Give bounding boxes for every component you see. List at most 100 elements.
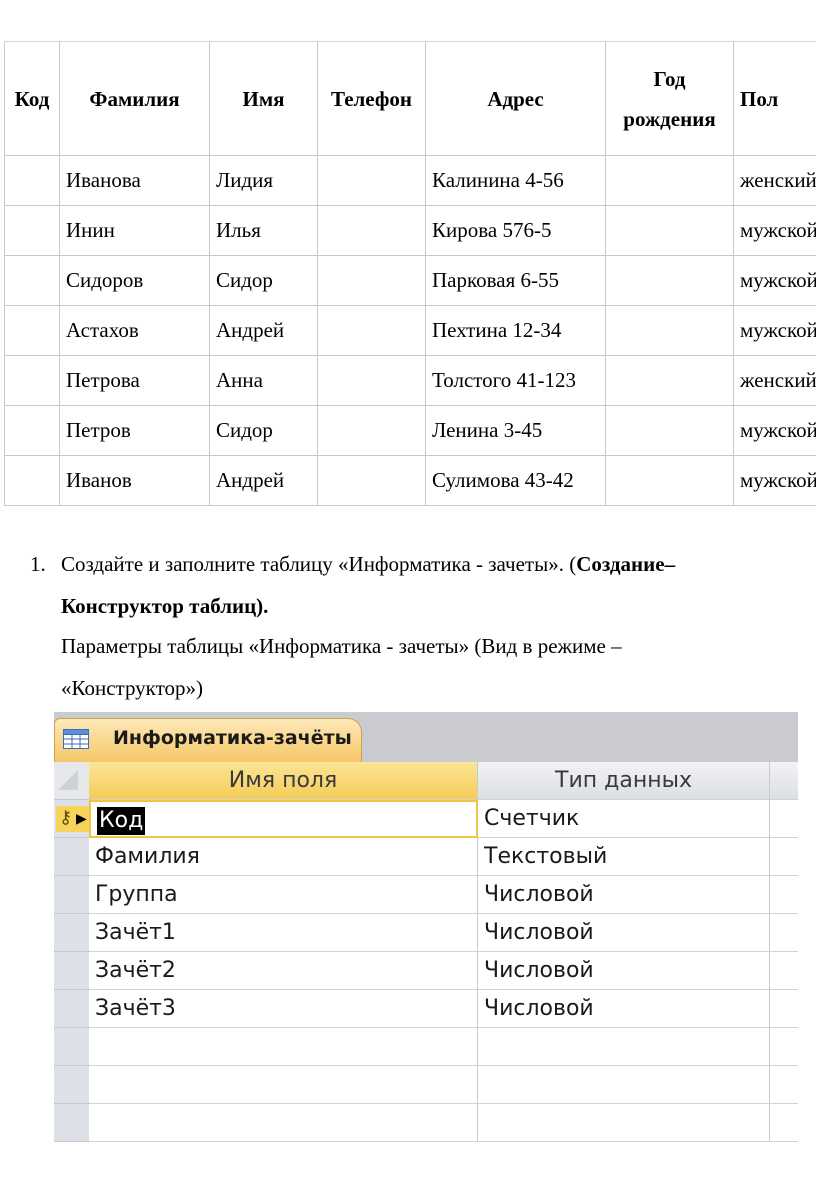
field-name-cell[interactable] [89,1028,478,1066]
field-row[interactable]: Группа Числовой [54,876,798,914]
table-row: Иванова Лидия Калинина 4-56 женский [4,155,816,206]
description-cell[interactable] [770,1066,798,1104]
header-familiya: Фамилия [59,41,210,156]
empty-field-row[interactable] [54,1066,798,1104]
data-type-cell[interactable] [478,1028,770,1066]
column-header-data-type[interactable]: Тип данных [478,762,770,800]
instruction-line-1: Создайте и заполните таблицу «Информатик… [61,552,675,577]
table-row: Астахов Андрей Пехтина 12-34 мужской [4,305,816,356]
field-name-cell[interactable]: Зачёт2 [89,952,478,990]
field-row[interactable]: Фамилия Текстовый [54,838,798,876]
cell-telefon [317,205,426,256]
cell-telefon [317,455,426,506]
cell-kod [4,155,60,206]
cell-imya: Сидор [209,255,318,306]
instruction-line-3: Параметры таблицы «Информатика - зачеты»… [61,634,622,658]
cell-pol: мужской [733,205,816,256]
row-selector[interactable] [54,1028,89,1066]
field-name-cell[interactable]: Код [89,800,478,838]
select-all-corner[interactable] [54,762,89,800]
description-cell[interactable] [770,876,798,914]
cell-pol: мужской [733,405,816,456]
data-type-cell[interactable]: Числовой [478,914,770,952]
cell-familiya: Инин [59,205,210,256]
description-cell[interactable] [770,990,798,1028]
row-selector[interactable] [54,838,89,876]
row-selector[interactable] [54,952,89,990]
data-type-cell[interactable]: Числовой [478,876,770,914]
row-selector[interactable] [54,990,89,1028]
cell-familiya: Петров [59,405,210,456]
cell-imya: Сидор [209,405,318,456]
table-row: Петрова Анна Толстого 41-123 женский [4,355,816,406]
instruction-line-4: «Конструктор») [61,676,203,700]
instruction-text: Создайте и заполните таблицу «Информатик… [61,552,577,576]
empty-field-row[interactable] [54,1104,798,1142]
cell-familiya: Иванова [59,155,210,206]
description-cell[interactable] [770,838,798,876]
empty-field-row[interactable] [54,1028,798,1066]
cell-imya: Лидия [209,155,318,206]
field-name-cell[interactable] [89,1104,478,1142]
cell-god [605,455,734,506]
field-name-cell[interactable]: Фамилия [89,838,478,876]
data-type-cell[interactable] [478,1104,770,1142]
data-type-cell[interactable]: Числовой [478,952,770,990]
field-name-cell[interactable]: Зачёт3 [89,990,478,1028]
table-designer: Информатика-зачёты Имя поля Тип данных ⚷… [54,712,798,1142]
cell-telefon [317,405,426,456]
cell-god [605,205,734,256]
cell-telefon [317,155,426,206]
data-type-cell[interactable]: Счетчик [478,800,770,838]
header-telefon: Телефон [317,41,426,156]
header-pol: Пол [733,41,816,156]
cell-kod [4,255,60,306]
table-row: Сидоров Сидор Парковая 6-55 мужской [4,255,816,306]
description-cell[interactable] [770,1104,798,1142]
tab-informatika-zachety[interactable]: Информатика-зачёты [54,718,362,762]
field-name-cell[interactable]: Зачёт1 [89,914,478,952]
students-table: Код Фамилия Имя Телефон Адрес Год рожден… [4,41,816,506]
row-selector[interactable] [54,1104,89,1142]
row-selector[interactable] [54,1066,89,1104]
cell-imya: Илья [209,205,318,256]
cell-imya: Андрей [209,455,318,506]
cell-telefon [317,255,426,306]
column-header-field-name[interactable]: Имя поля [89,762,478,800]
row-selector[interactable]: ⚷ ▶ [54,800,89,838]
column-header-description[interactable] [770,762,798,800]
field-name-cell[interactable] [89,1066,478,1104]
cell-kod [4,405,60,456]
cell-imya: Андрей [209,305,318,356]
field-name-text-selected: Код [97,807,146,835]
field-row[interactable]: Зачёт3 Числовой [54,990,798,1028]
description-cell[interactable] [770,800,798,838]
cell-familiya: Петрова [59,355,210,406]
cell-adres: Парковая 6-55 [425,255,606,306]
cell-imya: Анна [209,355,318,406]
cell-telefon [317,355,426,406]
list-number: 1. [30,552,46,576]
data-type-cell[interactable]: Числовой [478,990,770,1028]
students-table-container: Код Фамилия Имя Телефон Адрес Год рожден… [4,41,816,508]
table-icon [63,729,89,749]
row-selector[interactable] [54,876,89,914]
cell-kod [4,455,60,506]
data-type-cell[interactable] [478,1066,770,1104]
cell-adres: Калинина 4-56 [425,155,606,206]
field-name-cell[interactable]: Группа [89,876,478,914]
row-selector[interactable] [54,914,89,952]
data-type-cell[interactable]: Текстовый [478,838,770,876]
header-kod: Код [4,41,60,156]
field-row[interactable]: Зачёт2 Числовой [54,952,798,990]
description-cell[interactable] [770,914,798,952]
description-cell[interactable] [770,952,798,990]
cell-god [605,405,734,456]
cell-pol: мужской [733,305,816,356]
cell-pol: мужской [733,255,816,306]
instruction-bold-text: Создание– [576,552,676,576]
cell-pol: женский [733,355,816,406]
field-row[interactable]: Зачёт1 Числовой [54,914,798,952]
field-row[interactable]: ⚷ ▶ Код Счетчик [54,800,798,838]
description-cell[interactable] [770,1028,798,1066]
